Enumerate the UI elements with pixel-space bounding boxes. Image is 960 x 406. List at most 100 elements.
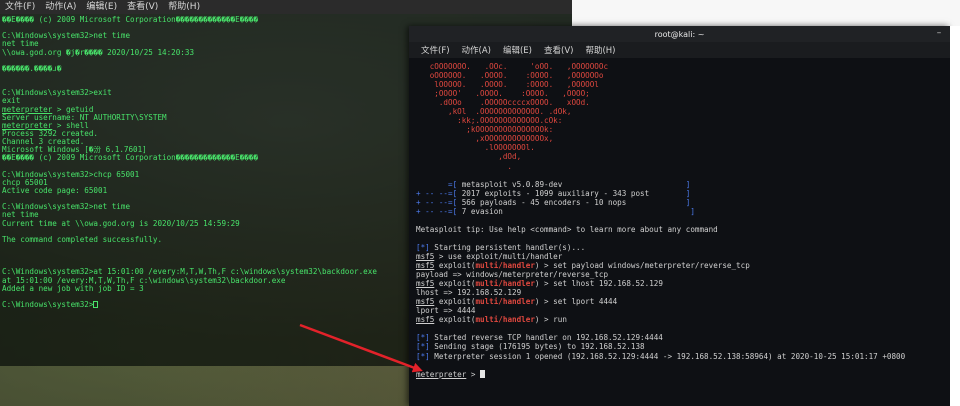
ascii-art: ,xOOOOOOOOOOOOOx, xyxy=(416,134,554,144)
banner-line: . xyxy=(416,162,946,171)
session-line: msf5 exploit(multi/handler) > set lport … xyxy=(416,297,618,307)
banner-line: ;OOOO' .OOOO. :OOOO. ,OOOO; xyxy=(416,89,946,98)
text-cursor xyxy=(480,369,486,378)
right-menu-item[interactable]: 查看(V) xyxy=(538,44,579,56)
ascii-art: . xyxy=(416,161,513,171)
ascii-art: :kk;.OOOOOOOOOOOOO.cOk: xyxy=(416,116,563,126)
ascii-art: ,kOl .OOOOOOOOOOOOO. .dOk, xyxy=(416,107,572,117)
session-line xyxy=(416,324,946,333)
module-name: multi/handler xyxy=(475,297,535,307)
window-title: root@kali: ~ xyxy=(654,29,705,39)
bracket: ] xyxy=(649,188,691,198)
version-text: 566 payloads - 45 encoders - 10 nops xyxy=(461,197,627,207)
bracket: ] xyxy=(562,179,691,189)
module-name: multi/handler xyxy=(475,261,535,271)
minimize-icon[interactable]: – xyxy=(934,29,944,39)
session-line: lhost => 192.168.52.129 xyxy=(416,288,522,298)
session-line: [*] Starting persistent handler(s)... xyxy=(416,242,586,252)
session-line xyxy=(416,361,946,370)
version-line: + -- --=[ 566 payloads - 45 encoders - 1… xyxy=(416,198,946,207)
meterpreter-prompt: meterpreter xyxy=(416,369,467,379)
ascii-art: ,dOd, xyxy=(416,152,522,162)
session-line: meterpreter > xyxy=(416,369,946,379)
msf-prompt: msf5 xyxy=(416,297,435,307)
banner-line: ,xOOOOOOOOOOOOOx, xyxy=(416,134,946,143)
ascii-art: lOOOOO. .OOOO. :OOOO. ,OOOOOl xyxy=(416,80,599,90)
kali-terminal-output[interactable]: cOOOOOOO. .OOc. 'oOO. ,OOOOOOOc oOOOOOO.… xyxy=(416,62,946,379)
version-line: + -- --=[ 2017 exploits - 1099 auxiliary… xyxy=(416,189,946,198)
bracket: =[ xyxy=(416,179,462,189)
banner-line: :kk;.OOOOOOOOOOOOO.cOk: xyxy=(416,116,946,125)
tip-command: help <command> xyxy=(507,224,572,234)
tip-text: to learn more about any command xyxy=(571,224,718,234)
session-line: lport => 4444 xyxy=(416,306,476,316)
right-menu-item[interactable]: 编辑(E) xyxy=(497,44,538,56)
meterpreter-prompt: meterpreter xyxy=(2,121,53,130)
session-line: payload => windows/meterpreter/reverse_t… xyxy=(416,270,609,280)
msf-prompt: msf5 xyxy=(416,261,435,271)
left-menu-item[interactable]: 帮助(H) xyxy=(163,0,205,14)
session-line: msf5 > use exploit/multi/handler xyxy=(416,251,563,261)
banner-line: ;kOOOOOOOOOOOOOOOk: xyxy=(416,125,946,134)
session-line: msf5 exploit(multi/handler) > run xyxy=(416,315,567,325)
meterpreter-prompt: meterpreter xyxy=(2,105,53,114)
ascii-art: .lOOOOOOOl. xyxy=(416,143,535,153)
version-text: 2017 exploits - 1099 auxiliary - 343 pos… xyxy=(461,188,650,198)
version-text: metasploit v5.0.89-dev xyxy=(461,179,563,189)
ascii-art: ;kOOOOOOOOOOOOOOOk: xyxy=(416,125,554,135)
right-menu-item[interactable]: 动作(A) xyxy=(456,44,497,56)
left-menubar: 文件(F) 动作(A) 编辑(E) 查看(V) 帮助(H) xyxy=(0,0,572,14)
left-menu-item[interactable]: 动作(A) xyxy=(40,0,81,14)
ascii-art: ;OOOO' .OOOO. :OOOO. ,OOOO; xyxy=(416,89,590,99)
tip-text: Metasploit tip: Use xyxy=(416,224,508,234)
top-blank-area xyxy=(572,0,960,26)
right-blank-strip xyxy=(950,26,960,406)
banner-line: lOOOOO. .OOOO. :OOOO. ,OOOOOl xyxy=(416,80,946,89)
bracket: + -- --=[ xyxy=(416,206,462,216)
session-line: [*] Started reverse TCP handler on 192.1… xyxy=(416,333,663,343)
terminal-line: ��E���� (c) 2009 Microsoft Corporation��… xyxy=(2,16,259,24)
bracket: ] xyxy=(502,206,695,216)
session-line: [*] Meterpreter session 1 opened (192.16… xyxy=(416,351,906,361)
msf-prompt: msf5 xyxy=(416,251,435,261)
ascii-art: oOOOOOO. .OOOO. :OOOO. ,OOOOOOo xyxy=(416,71,604,81)
tip-line: Metasploit tip: Use help <command> to le… xyxy=(416,225,946,234)
bracket: ] xyxy=(626,197,691,207)
left-menu-item[interactable]: 文件(F) xyxy=(0,0,40,14)
msf-prompt: msf5 xyxy=(416,315,435,325)
version-text: 7 evasion xyxy=(461,206,503,216)
version-line: =[ metasploit v5.0.89-dev ] xyxy=(416,180,946,189)
info-marker: [*] xyxy=(416,351,430,361)
right-menu-item[interactable]: 帮助(H) xyxy=(579,44,621,56)
banner-line: .lOOOOOOOl. xyxy=(416,143,946,152)
info-marker: [*] xyxy=(416,242,430,252)
msf-prompt: msf5 xyxy=(416,279,435,289)
right-menu-item[interactable]: 文件(F) xyxy=(415,44,456,56)
left-menu-item[interactable]: 编辑(E) xyxy=(81,0,122,14)
info-marker: [*] xyxy=(416,342,430,352)
session-line: msf5 exploit(multi/handler) > set lhost … xyxy=(416,279,663,289)
bracket: + -- --=[ xyxy=(416,188,462,198)
banner-line: cOOOOOOO. .OOc. 'oOO. ,OOOOOOOc xyxy=(416,62,946,71)
ascii-art: cOOOOOOO. .OOc. 'oOO. ,OOOOOOOc xyxy=(416,62,609,71)
session-line: [*] Sending stage (176195 bytes) to 192.… xyxy=(416,342,645,352)
kali-menubar: 文件(F) 动作(A) 编辑(E) 查看(V) 帮助(H) xyxy=(409,42,950,58)
kali-terminal-window[interactable]: root@kali: ~ – 文件(F) 动作(A) 编辑(E) 查看(V) 帮助(H)… xyxy=(409,26,950,406)
banner-line: ,kOl .OOOOOOOOOOOOO. .dOk, xyxy=(416,107,946,116)
info-marker: [*] xyxy=(416,333,430,343)
bracket: + -- --=[ xyxy=(416,197,462,207)
banner-line: ,dOd, xyxy=(416,152,946,161)
ascii-art: .dOOo .OOOOOccccxOOOO. xOOd. xyxy=(416,98,590,108)
session-line: msf5 exploit(multi/handler) > set payloa… xyxy=(416,261,750,271)
banner-line: .dOOo .OOOOOccccxOOOO. xOOd. xyxy=(416,98,946,107)
kali-titlebar: root@kali: ~ – xyxy=(409,26,950,42)
module-name: multi/handler xyxy=(475,315,535,325)
left-menu-item[interactable]: 查看(V) xyxy=(122,0,163,14)
version-line: + -- --=[ 7 evasion ] xyxy=(416,207,946,216)
text-cursor xyxy=(93,300,99,308)
banner-line: oOOOOOO. .OOOO. :OOOO. ,OOOOOOo xyxy=(416,71,946,80)
module-name: multi/handler xyxy=(475,279,535,289)
